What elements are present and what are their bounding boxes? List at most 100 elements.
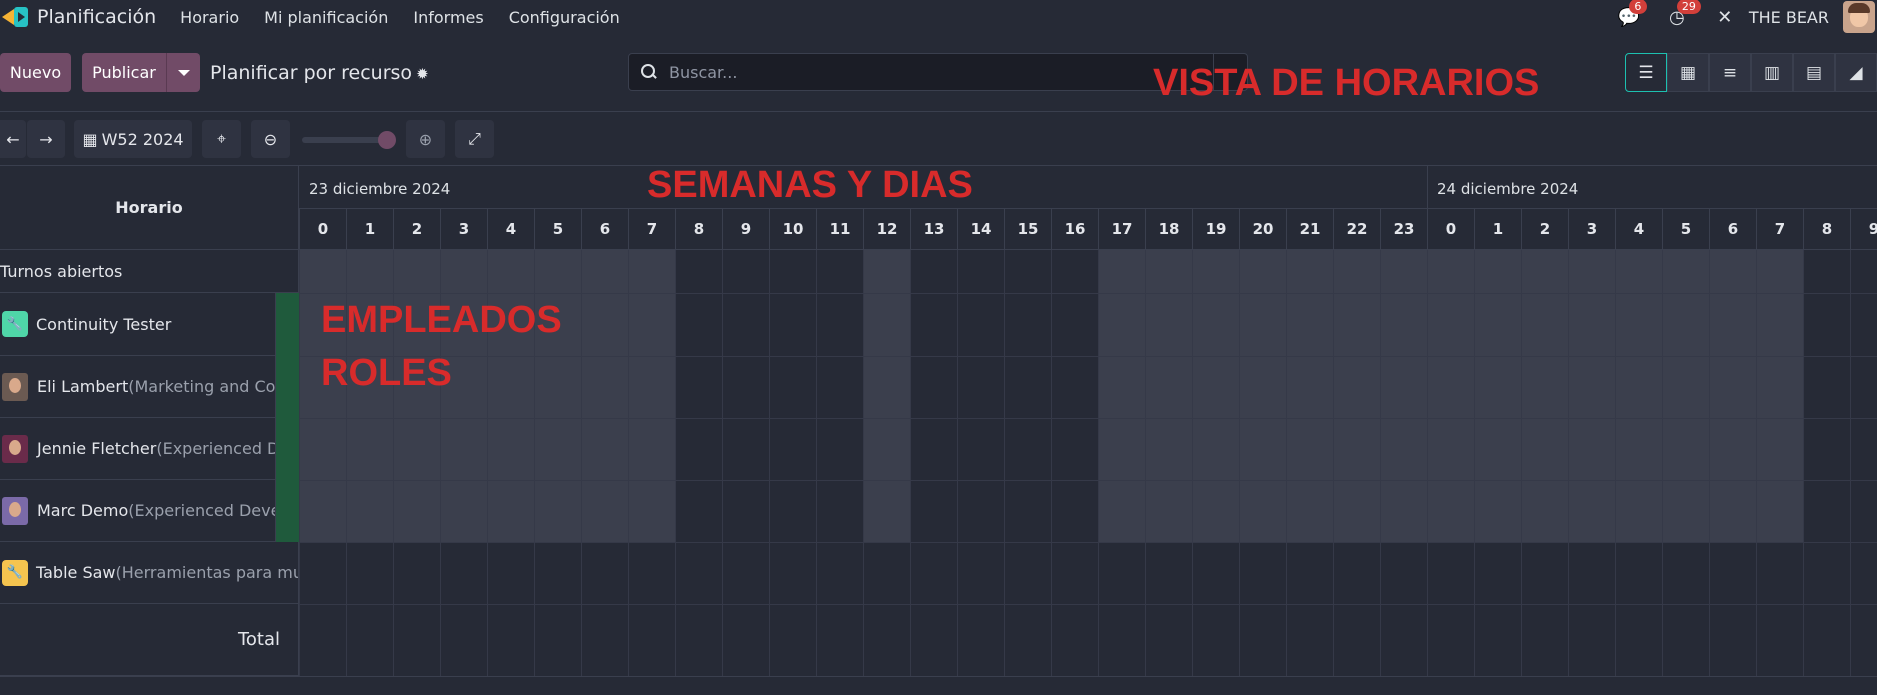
chat-icon[interactable]: 💬 6	[1617, 0, 1647, 29]
next-button[interactable]: →	[27, 120, 65, 158]
total-label: Total	[237, 629, 280, 650]
hour-header: 17	[1098, 208, 1145, 250]
grid-column-line	[816, 250, 817, 676]
resource-name: Eli Lambert	[37, 377, 129, 396]
hour-header: 19	[1192, 208, 1239, 250]
graph-view-button[interactable]: ◢	[1835, 53, 1877, 92]
user-avatar[interactable]	[1843, 1, 1875, 33]
zoom-out-icon: ⊖	[263, 129, 278, 149]
pivot-view-button[interactable]: ▤	[1793, 53, 1835, 92]
gantt-view-button[interactable]: ☰	[1625, 53, 1667, 92]
zoom-in-button[interactable]: ⊕	[406, 120, 445, 158]
hour-header: 23	[1380, 208, 1427, 250]
row-total: Total	[0, 604, 299, 676]
menu-horario[interactable]: Horario	[180, 8, 239, 27]
calendar-icon: ▦	[82, 129, 98, 149]
resource-role: (Herramientas para mu...	[115, 563, 299, 582]
hour-header: 3	[440, 208, 487, 250]
zoom-out-button[interactable]: ⊖	[251, 120, 290, 158]
zoom-in-icon: ⊕	[418, 129, 433, 149]
grid-column-line	[1756, 250, 1757, 676]
publish-button[interactable]: Publicar	[82, 53, 166, 92]
zoom-slider-thumb[interactable]	[378, 131, 396, 149]
today-button[interactable]: ⌖	[202, 120, 241, 158]
grid-column-line	[1333, 250, 1334, 676]
grid-column-line	[1662, 250, 1663, 676]
grid-column-line	[1474, 250, 1475, 676]
tools-icon[interactable]: ✕	[1713, 5, 1737, 29]
menu-configuracion[interactable]: Configuración	[509, 8, 620, 27]
row-open-shifts[interactable]: Turnos abiertos	[0, 250, 299, 293]
grid-column-line	[1192, 250, 1193, 676]
row-eli-lambert[interactable]: Eli Lambert (Marketing and Com...	[0, 356, 276, 418]
hour-header: 8	[675, 208, 722, 250]
week-picker-button[interactable]: ▦ W52 2024	[74, 120, 192, 158]
zoom-slider[interactable]	[302, 131, 396, 149]
grid-column-line	[581, 250, 582, 676]
menu-informes[interactable]: Informes	[413, 8, 483, 27]
grid-column-line	[957, 250, 958, 676]
messages-badge: 6	[1628, 0, 1647, 14]
grid-column-line	[1615, 250, 1616, 676]
kanban-view-button[interactable]: ▥	[1751, 53, 1793, 92]
row-continuity-tester[interactable]: 🔧 Continuity Tester	[0, 293, 276, 356]
expand-icon: ⤢	[468, 129, 481, 148]
app-title[interactable]: Planificación	[37, 6, 156, 28]
annotation-employees-line1: EMPLEADOS	[321, 299, 562, 341]
hour-header: 18	[1145, 208, 1192, 250]
wrench-icon: 🔧	[2, 311, 28, 337]
publish-dropdown-button[interactable]	[166, 53, 200, 92]
gear-icon[interactable]: ✹	[416, 65, 429, 83]
day-label-1: 23 diciembre 2024	[309, 180, 451, 198]
resource-name: Marc Demo	[37, 501, 129, 520]
calendar-view-button[interactable]: ▦	[1667, 53, 1709, 92]
list-view-button[interactable]: ≡	[1709, 53, 1751, 92]
grid-column-line	[675, 250, 676, 676]
expand-button[interactable]: ⤢	[455, 120, 494, 158]
hour-header: 0	[1427, 208, 1474, 250]
grid-column-line	[1521, 250, 1522, 676]
hour-header: 20	[1239, 208, 1286, 250]
wrench-icon: 🔧	[2, 559, 28, 586]
hour-header: 4	[487, 208, 534, 250]
row-jennie-fletcher[interactable]: Jennie Fletcher (Experienced Dev...	[0, 418, 276, 480]
arrow-left-icon: ←	[6, 129, 20, 149]
app-logo-icon[interactable]	[2, 7, 28, 27]
hour-header: 1	[346, 208, 393, 250]
previous-button[interactable]: ←	[0, 120, 26, 158]
page-title: Planificar por recurso ✹	[210, 62, 429, 84]
hour-header: 2	[393, 208, 440, 250]
hour-header: 10	[769, 208, 816, 250]
hour-header: 7	[1756, 208, 1803, 250]
clock-icon[interactable]: ◷ 29	[1665, 0, 1701, 29]
grid-header-horario: Horario	[0, 166, 299, 250]
hour-header: 7	[628, 208, 675, 250]
hour-header: 13	[910, 208, 957, 250]
hour-header: 5	[1662, 208, 1709, 250]
resource-name: Continuity Tester	[36, 314, 172, 334]
hour-header: 6	[581, 208, 628, 250]
grid-column-line	[1098, 250, 1099, 676]
search-input[interactable]	[669, 62, 1209, 82]
company-switcher[interactable]: THE BEAR	[1749, 8, 1829, 27]
arrow-right-icon: →	[39, 129, 53, 149]
hour-header: 9	[1850, 208, 1877, 250]
row-marc-demo[interactable]: Marc Demo (Experienced Develo...	[0, 480, 276, 542]
grid-column-line	[1427, 250, 1428, 676]
annotation-views: VISTA DE HORARIOS	[1153, 62, 1540, 104]
view-title-text: Planificar por recurso	[210, 62, 413, 84]
view-switcher: ☰ ▦ ≡ ▥ ▤ ◢	[1625, 53, 1877, 92]
annotation-days: SEMANAS Y DIAS	[647, 164, 973, 206]
grid-column-line	[1145, 250, 1146, 676]
menu-mi-planificacion[interactable]: Mi planificación	[264, 8, 388, 27]
resource-name: Table Saw	[36, 563, 116, 582]
row-table-saw[interactable]: 🔧 Table Saw (Herramientas para mu...	[0, 542, 299, 604]
new-button[interactable]: Nuevo	[0, 53, 71, 92]
grid-column-line	[299, 250, 300, 676]
resource-name: Turnos abiertos	[0, 261, 123, 281]
hour-header: 5	[534, 208, 581, 250]
hour-header: 3	[1568, 208, 1615, 250]
hour-header: 14	[957, 208, 1004, 250]
hour-header: 21	[1286, 208, 1333, 250]
avatar	[2, 372, 28, 401]
